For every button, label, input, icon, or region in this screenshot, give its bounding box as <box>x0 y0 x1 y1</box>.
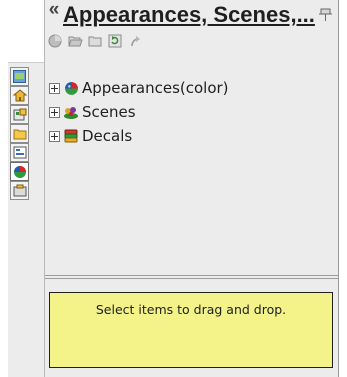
configuration-manager-icon[interactable] <box>10 143 29 162</box>
appearance-icon[interactable] <box>47 33 63 49</box>
right-margin <box>339 0 347 377</box>
tree-item-label: Decals <box>82 127 133 145</box>
open-folder-icon[interactable] <box>67 33 83 49</box>
tree-item-label: Scenes <box>82 103 136 121</box>
pin-icon[interactable] <box>318 7 333 23</box>
library-tree: Appearances(color) Scenes Decals <box>45 64 338 274</box>
decals-icon <box>63 128 79 144</box>
appearances-icon[interactable] <box>10 162 29 181</box>
folder-icon[interactable] <box>10 124 29 143</box>
scene-icon <box>63 104 79 120</box>
tree-item-decals[interactable]: Decals <box>49 126 132 146</box>
task-pane-window: « Appearances, Scenes,... Appearances(co… <box>0 0 347 377</box>
tree-item-appearances[interactable]: Appearances(color) <box>49 78 229 98</box>
tab-strip-header <box>8 0 44 63</box>
tree-item-scenes[interactable]: Scenes <box>49 102 136 122</box>
up-arrow-icon[interactable] <box>127 33 143 49</box>
home-icon[interactable] <box>10 86 29 105</box>
appearances-scenes-panel: « Appearances, Scenes,... Appearances(co… <box>45 0 338 377</box>
expand-toggle[interactable] <box>49 106 60 118</box>
drag-drop-hint-box: Select items to drag and drop. <box>49 292 333 368</box>
collapse-button[interactable]: « <box>47 0 61 19</box>
panel-toolbar <box>45 30 338 52</box>
property-manager-icon[interactable] <box>10 105 29 124</box>
refresh-icon[interactable] <box>107 33 123 49</box>
tree-item-label: Appearances(color) <box>82 79 229 97</box>
panel-title-bar: « Appearances, Scenes,... <box>45 0 338 30</box>
new-folder-icon[interactable] <box>87 33 103 49</box>
feature-manager-icon[interactable] <box>10 67 29 86</box>
task-pane-tab-strip <box>8 0 45 377</box>
custom-properties-icon[interactable] <box>10 181 29 200</box>
splitter-shadow <box>45 278 338 279</box>
panel-title: Appearances, Scenes,... <box>63 2 315 27</box>
appearance-ball-icon <box>63 80 79 96</box>
drag-drop-hint-text: Select items to drag and drop. <box>95 302 287 317</box>
expand-toggle[interactable] <box>49 130 60 142</box>
expand-toggle[interactable] <box>49 82 60 94</box>
splitter[interactable] <box>45 275 338 276</box>
left-margin <box>0 0 8 377</box>
